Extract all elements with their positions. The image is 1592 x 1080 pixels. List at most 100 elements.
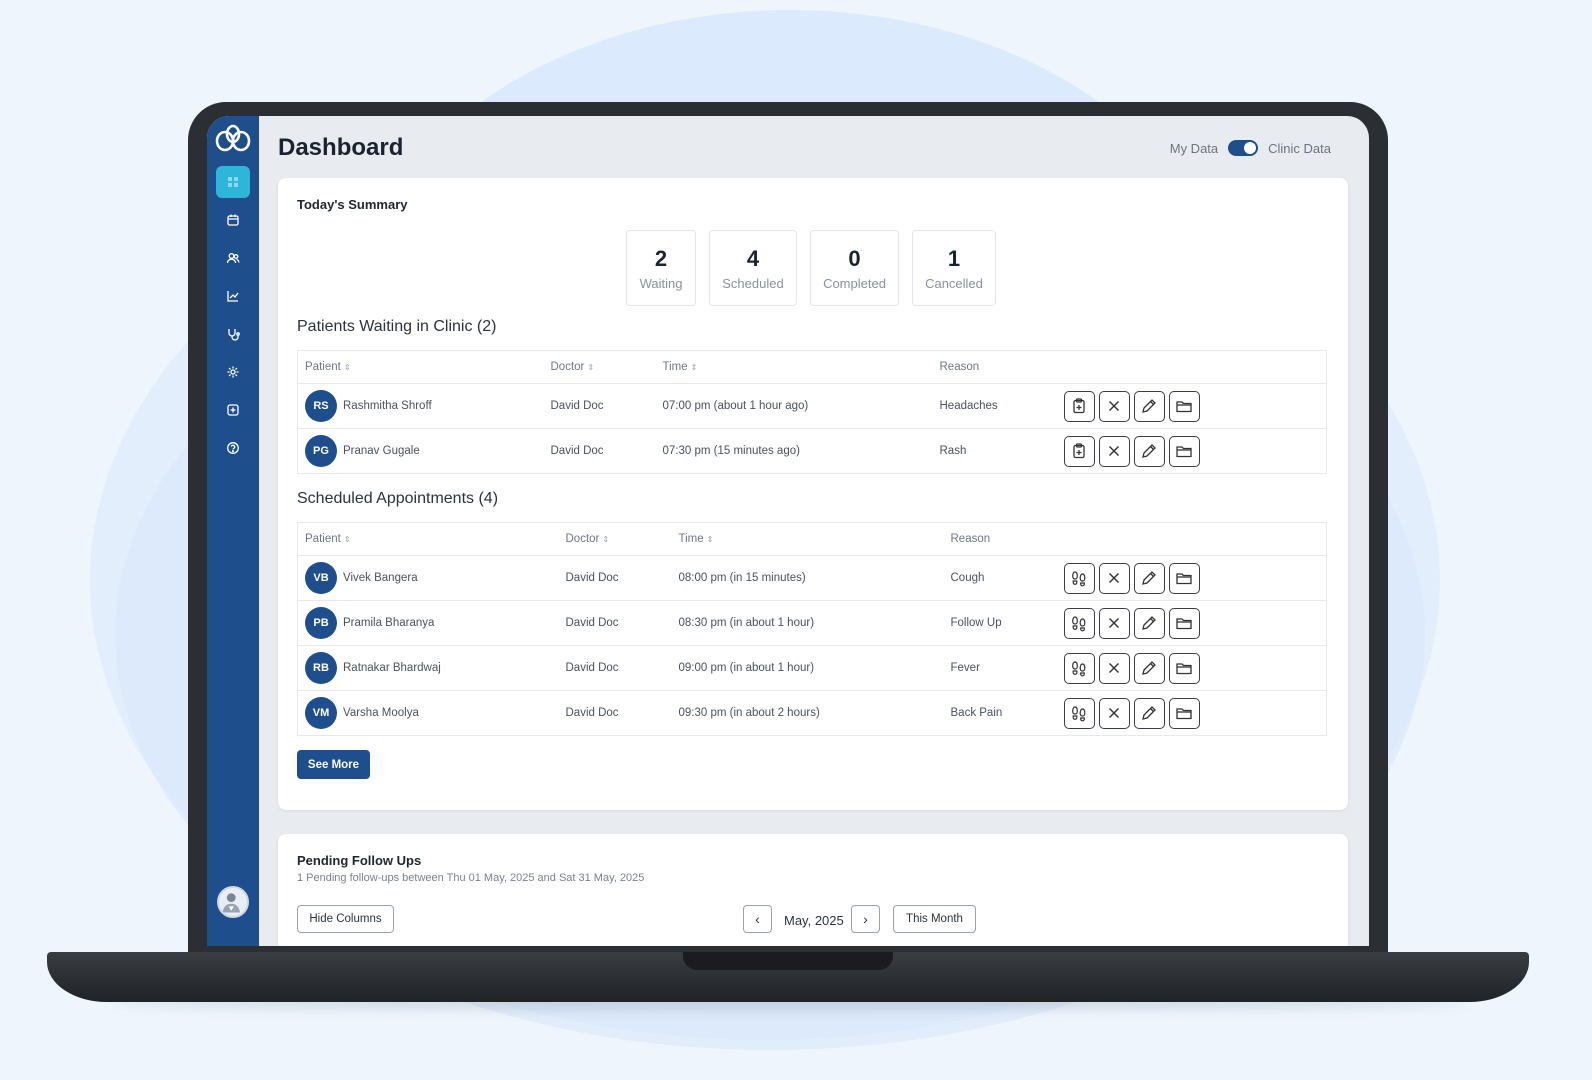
followups-subtitle: 1 Pending follow-ups between Thu 01 May,… — [297, 872, 645, 884]
users-icon — [226, 253, 240, 264]
sort-icon: ⇕ — [343, 363, 351, 372]
cancel-button[interactable] — [1098, 435, 1130, 467]
patient-name[interactable]: Ratnakar Bhardwaj — [343, 662, 441, 674]
open-records-button[interactable] — [1168, 390, 1200, 422]
next-month-button[interactable]: › — [851, 905, 880, 933]
pencil-icon — [1142, 444, 1156, 458]
open-records-button[interactable] — [1168, 652, 1200, 684]
table-row[interactable]: PB Pramila Bharanya David Doc 08:30 pm (i… — [297, 600, 1327, 646]
doctor-name: David Doc — [543, 383, 656, 429]
clipboard-plus-icon — [1073, 398, 1085, 414]
appointment-time: 07:30 pm (15 minutes ago) — [655, 428, 933, 474]
user-avatar[interactable] — [217, 886, 249, 918]
column-header-patient[interactable]: Patient ⇕ — [297, 522, 559, 556]
stat-completed[interactable]: 0 Completed — [810, 230, 899, 306]
summary-card: Today's Summary 2 Waiting 4 Scheduled 0 … — [278, 178, 1348, 810]
cancel-button[interactable] — [1098, 697, 1130, 729]
visit-reason: Back Pain — [943, 690, 1057, 736]
sidebar-item-dashboard[interactable] — [216, 166, 250, 198]
sort-icon: ⇕ — [343, 535, 351, 544]
start-consult-button[interactable] — [1063, 390, 1095, 422]
sidebar-item-reports[interactable] — [216, 280, 250, 312]
stat-label: Scheduled — [722, 275, 784, 291]
sidebar-item-add[interactable] — [216, 394, 250, 426]
stat-value: 2 — [654, 245, 668, 271]
toggle-label-clinic-data[interactable]: Clinic Data — [1268, 141, 1331, 156]
current-month-label: May, 2025 — [784, 913, 844, 928]
patient-avatar: PG — [305, 435, 337, 467]
close-icon — [1109, 401, 1119, 411]
prev-month-button[interactable]: ‹ — [743, 905, 772, 933]
table-row[interactable]: RS Rashmitha Shroff David Doc 07:00 pm (a… — [297, 383, 1327, 429]
stat-waiting[interactable]: 2 Waiting — [626, 230, 696, 306]
sidebar-item-settings[interactable] — [216, 356, 250, 388]
column-header-doctor[interactable]: Doctor ⇕ — [558, 522, 672, 556]
cancel-button[interactable] — [1098, 390, 1130, 422]
toggle-label-my-data[interactable]: My Data — [1170, 141, 1218, 156]
cancel-button[interactable] — [1098, 562, 1130, 594]
close-icon — [1109, 708, 1119, 718]
column-header-actions — [1056, 522, 1327, 556]
sidebar-item-clinical[interactable] — [216, 318, 250, 350]
scheduled-table: Patient ⇕ Doctor ⇕ Time ⇕ Reason VB Vivek Ba… — [297, 522, 1327, 736]
cancel-button[interactable] — [1098, 607, 1130, 639]
column-header-doctor[interactable]: Doctor ⇕ — [543, 350, 656, 384]
data-toggle-switch[interactable] — [1228, 140, 1259, 156]
edit-button[interactable] — [1133, 607, 1165, 639]
sidebar-item-patients[interactable] — [216, 242, 250, 274]
patient-avatar: PB — [305, 607, 337, 639]
main-content: Dashboard My Data Clinic Data Today's Su… — [259, 116, 1369, 946]
patient-name[interactable]: Pranav Gugale — [343, 445, 420, 457]
hide-columns-button[interactable]: Hide Columns — [297, 905, 394, 933]
app-screen: Dashboard My Data Clinic Data Today's Su… — [207, 116, 1369, 946]
plus-box-icon — [227, 404, 239, 416]
appointment-time: 08:00 pm (in 15 minutes) — [671, 555, 944, 601]
edit-button[interactable] — [1133, 435, 1165, 467]
edit-button[interactable] — [1133, 652, 1165, 684]
appointment-time: 07:00 pm (about 1 hour ago) — [655, 383, 933, 429]
see-more-button[interactable]: See More — [297, 750, 370, 779]
this-month-button[interactable]: This Month — [893, 905, 976, 933]
table-row[interactable]: VB Vivek Bangera David Doc 08:00 pm (in 1… — [297, 555, 1327, 601]
folder-icon — [1176, 446, 1192, 458]
visit-reason: Fever — [943, 645, 1057, 691]
check-in-button[interactable] — [1063, 652, 1095, 684]
open-records-button[interactable] — [1168, 697, 1200, 729]
edit-button[interactable] — [1133, 697, 1165, 729]
stat-scheduled[interactable]: 4 Scheduled — [709, 230, 797, 306]
open-records-button[interactable] — [1168, 607, 1200, 639]
column-header-time[interactable]: Time ⇕ — [671, 522, 944, 556]
sidebar-item-calendar[interactable] — [216, 204, 250, 236]
patient-name[interactable]: Rashmitha Shroff — [343, 400, 432, 412]
column-header-time[interactable]: Time ⇕ — [655, 350, 933, 384]
sort-icon: ⇕ — [706, 535, 714, 544]
stat-cancelled[interactable]: 1 Cancelled — [912, 230, 996, 306]
folder-icon — [1176, 708, 1192, 720]
summary-stats: 2 Waiting 4 Scheduled 0 Completed 1 Canc… — [626, 230, 996, 306]
cancel-button[interactable] — [1098, 652, 1130, 684]
table-row[interactable]: PG Pranav Gugale David Doc 07:30 pm (15 m… — [297, 428, 1327, 474]
table-row[interactable]: RB Ratnakar Bhardwaj David Doc 09:00 pm (… — [297, 645, 1327, 691]
open-records-button[interactable] — [1168, 435, 1200, 467]
doctor-name: David Doc — [558, 690, 672, 736]
pencil-icon — [1142, 706, 1156, 720]
column-header-reason: Reason — [932, 350, 1057, 384]
check-in-button[interactable] — [1063, 697, 1095, 729]
start-consult-button[interactable] — [1063, 435, 1095, 467]
stat-value: 0 — [848, 245, 861, 271]
patient-name[interactable]: Pramila Bharanya — [343, 617, 434, 629]
check-in-button[interactable] — [1063, 562, 1095, 594]
edit-button[interactable] — [1133, 390, 1165, 422]
check-in-button[interactable] — [1063, 607, 1095, 639]
patient-name[interactable]: Vivek Bangera — [343, 572, 418, 584]
open-records-button[interactable] — [1168, 562, 1200, 594]
sidebar-item-help[interactable] — [216, 432, 250, 464]
column-header-patient[interactable]: Patient ⇕ — [297, 350, 544, 384]
calendar-icon — [227, 214, 239, 226]
laptop-notch — [683, 952, 893, 970]
summary-title: Today's Summary — [297, 197, 408, 212]
edit-button[interactable] — [1133, 562, 1165, 594]
table-row[interactable]: VM Varsha Moolya David Doc 09:30 pm (in a… — [297, 690, 1327, 736]
patient-name[interactable]: Varsha Moolya — [343, 707, 419, 719]
waiting-section-title: Patients Waiting in Clinic (2) — [297, 318, 497, 335]
